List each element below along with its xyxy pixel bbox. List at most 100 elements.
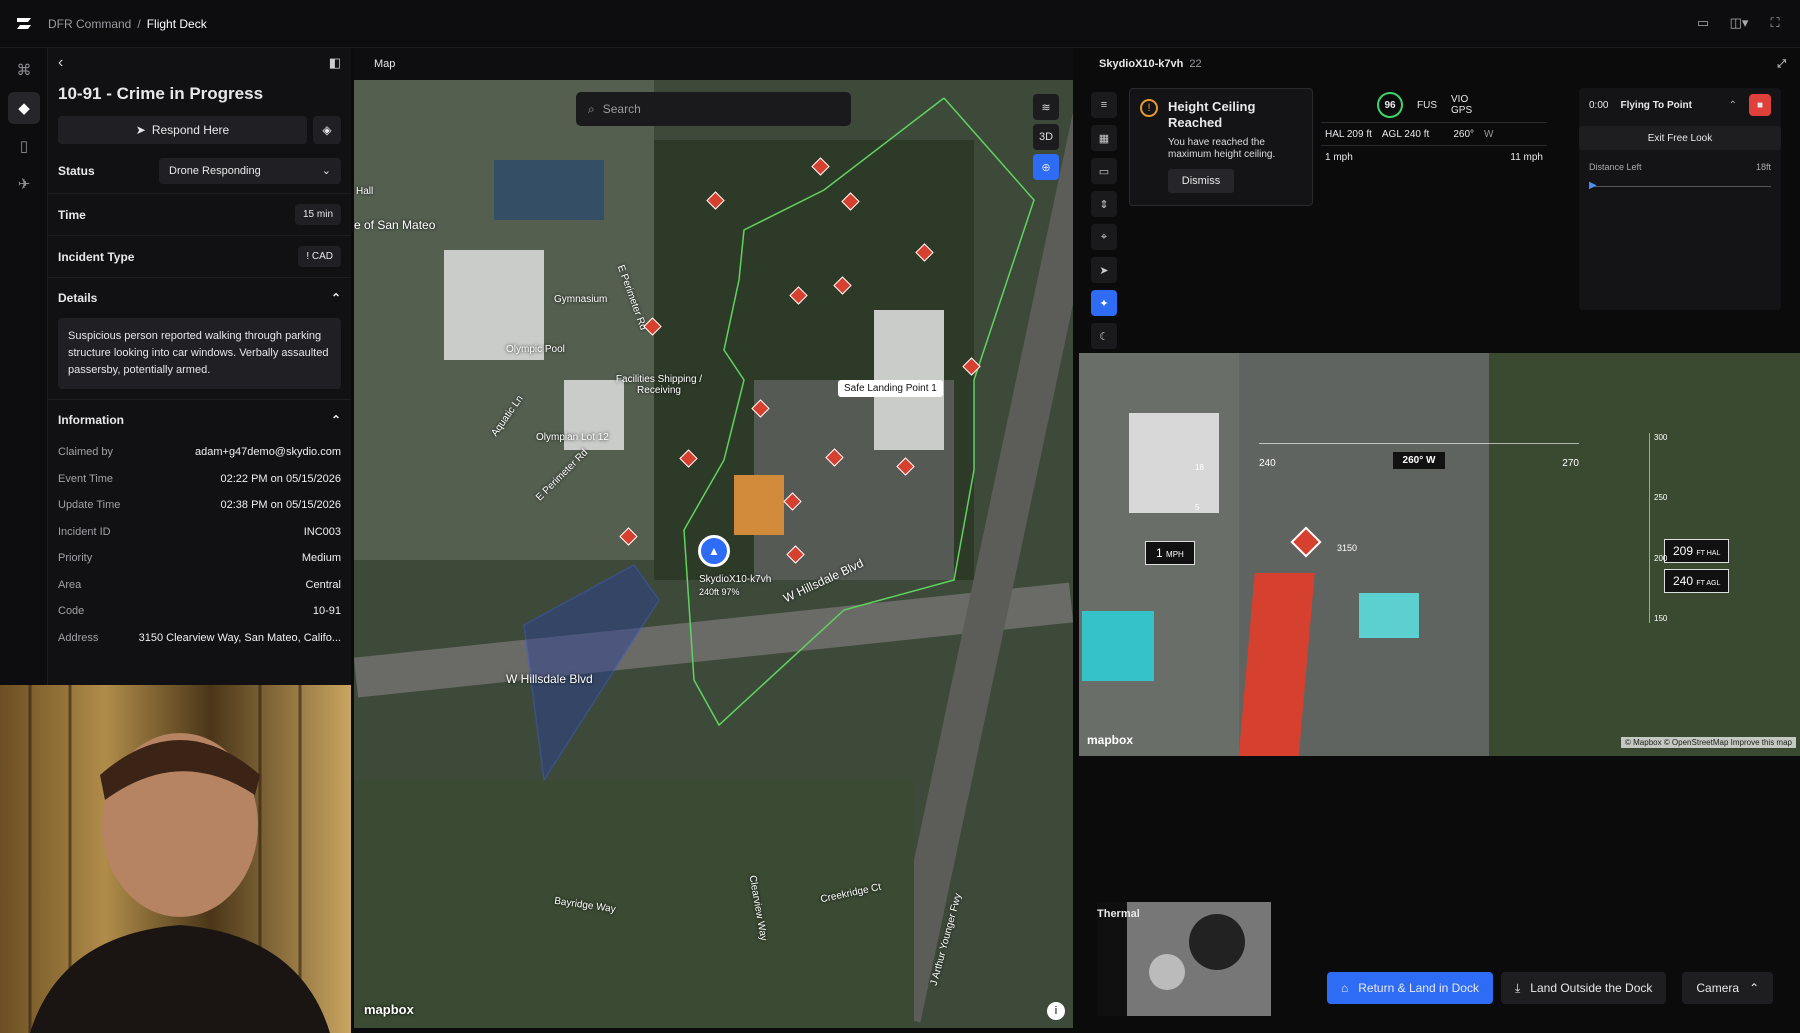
breadcrumb-root[interactable]: DFR Command bbox=[48, 17, 131, 31]
map-label: Gymnasium bbox=[554, 294, 608, 305]
info-value: Medium bbox=[301, 552, 341, 565]
info-icon[interactable]: i bbox=[1047, 1002, 1065, 1020]
incident-title: 10-91 - Crime in Progress bbox=[58, 84, 264, 103]
mapbox-attribution: mapbox bbox=[1087, 733, 1134, 747]
search-icon: ⌕ bbox=[588, 101, 595, 116]
status-select[interactable]: Drone Responding ⌄ bbox=[159, 157, 341, 184]
incident-type-label: Incident Type bbox=[58, 249, 135, 264]
return-land-dock-button[interactable]: ⌂ Return & Land in Dock bbox=[1327, 972, 1493, 1004]
heading-tape: 240 260° W 270 bbox=[1259, 443, 1579, 469]
collapse-panel-icon[interactable]: ◧ bbox=[329, 55, 341, 71]
information-header[interactable]: Information ⌃ bbox=[48, 399, 351, 439]
mapbox-attribution: mapbox bbox=[364, 1002, 414, 1017]
drone-camera-view[interactable]: 240 260° W 270 1 MPH 209 FT HAL 240 FT A… bbox=[1079, 353, 1800, 756]
info-key: Priority bbox=[58, 552, 93, 565]
breadcrumb-current: Flight Deck bbox=[146, 16, 207, 31]
cam-agl-unit: FT AGL bbox=[1696, 580, 1721, 587]
agl-readout: 240 FT AGL bbox=[1664, 569, 1730, 593]
drone-icon[interactable]: ✈ bbox=[8, 168, 40, 200]
thermal-label: Thermal bbox=[1097, 908, 1140, 920]
info-key: Area bbox=[58, 578, 82, 591]
recenter-icon[interactable]: ⊕ bbox=[1033, 154, 1059, 180]
map-copyright: © Mapbox © OpenStreetMap Improve this ma… bbox=[1621, 737, 1796, 748]
app-logo-icon[interactable] bbox=[0, 0, 48, 48]
map-search-input[interactable]: ⌕ Search bbox=[576, 92, 851, 126]
status-value: Drone Responding bbox=[169, 164, 261, 177]
telemetry: 96 FUS VIO GPS HAL 209 ft AGL 240 ft 260… bbox=[1321, 88, 1547, 168]
info-row: Claimed by adam+g47demo@skydio.com bbox=[48, 439, 351, 466]
stop-icon[interactable]: ■ bbox=[1749, 94, 1771, 116]
drone-map-label: SkydioX10-k7vh bbox=[699, 574, 772, 585]
dock-icon[interactable]: ▯ bbox=[8, 130, 40, 162]
command-icon[interactable]: ⌘ bbox=[8, 54, 40, 86]
info-value: INC003 bbox=[303, 525, 341, 538]
map-label: Olympic Pool bbox=[506, 344, 565, 355]
pin-icon[interactable]: ⌖ bbox=[1091, 224, 1117, 250]
info-value: 10-91 bbox=[312, 605, 341, 618]
respond-label: Respond Here bbox=[151, 123, 230, 137]
alert-body: You have reached the maximum height ceil… bbox=[1168, 137, 1276, 160]
night-mode-icon[interactable]: ☾ bbox=[1091, 323, 1117, 349]
locate-icon[interactable]: ◈ bbox=[313, 116, 341, 144]
info-key: Update Time bbox=[58, 499, 121, 512]
altitude-scale-tick: 200 bbox=[1654, 553, 1668, 563]
safe-landing-point-label[interactable]: Safe Landing Point 1 bbox=[838, 380, 943, 397]
layout-icon[interactable]: ▭ bbox=[1692, 12, 1714, 34]
cam-agl: 240 bbox=[1673, 574, 1694, 588]
hal-value: HAL 209 ft bbox=[1325, 128, 1372, 140]
cam-speed: 1 bbox=[1156, 546, 1163, 560]
details-header[interactable]: Details ⌃ bbox=[48, 278, 351, 318]
time-label: Time bbox=[58, 207, 86, 222]
camera-menu-button[interactable]: Camera ⌃ bbox=[1682, 972, 1774, 1004]
layers-icon[interactable]: ≋ bbox=[1033, 94, 1059, 120]
camera-icon[interactable]: ▭ bbox=[1091, 158, 1117, 184]
info-row: Address 3150 Clearview Way, San Mateo, Ca… bbox=[48, 625, 351, 652]
land-outside-dock-button[interactable]: ⤓ Land Outside the Dock bbox=[1500, 972, 1667, 1004]
incident-type-badge: ! CAD bbox=[298, 246, 341, 267]
expand-icon[interactable]: ⤢ bbox=[1777, 58, 1786, 71]
flight-deck-icon[interactable]: ◆ bbox=[8, 92, 40, 124]
map-canvas[interactable]: ⌕ Search ≋ 3D ⊕ e of San Mateo Hall Gymn… bbox=[354, 80, 1073, 1028]
drone-name: SkydioX10-k7vh bbox=[1099, 58, 1184, 70]
navigate-icon: ➤ bbox=[135, 123, 146, 137]
altitude-scale-tick: 150 bbox=[1654, 613, 1668, 623]
fullscreen-icon[interactable]: ⛶ bbox=[1764, 12, 1786, 34]
split-view-icon[interactable]: ◫▾ bbox=[1728, 12, 1750, 34]
information-label: Information bbox=[58, 412, 124, 427]
altitude-scale-tick: 300 bbox=[1654, 433, 1668, 442]
chevron-up-icon: ⌃ bbox=[1749, 981, 1760, 995]
waypoint-icon[interactable]: ✦ bbox=[1091, 290, 1117, 316]
settings-icon[interactable]: ≡ bbox=[1091, 92, 1117, 118]
chevron-up-icon: ⌃ bbox=[330, 291, 341, 305]
cam-hal-unit: FT HAL bbox=[1696, 550, 1721, 557]
cam-speed-unit: MPH bbox=[1166, 550, 1184, 559]
thermal-feed[interactable]: Thermal bbox=[1097, 902, 1271, 1016]
exit-free-look-button[interactable]: Exit Free Look bbox=[1579, 126, 1781, 150]
altitude-scale: 300 250 200 150 bbox=[1649, 433, 1667, 623]
chevron-up-icon[interactable]: ⌃ bbox=[1729, 100, 1737, 111]
altitude-scale-tick: 250 bbox=[1654, 493, 1668, 503]
top-bar: DFR Command / Flight Deck ▭ ◫▾ ⛶ bbox=[0, 0, 1800, 48]
pointer-icon[interactable]: ➤ bbox=[1091, 257, 1117, 283]
toggle-3d-button[interactable]: 3D bbox=[1033, 124, 1059, 150]
drone-toolbar: ≡ ▦ ▭ ⇕ ⌖ ➤ ✦ ☾ ⛉ bbox=[1091, 92, 1117, 389]
land-outside-dock-label: Land Outside the Dock bbox=[1530, 981, 1653, 995]
cam-heading-dir: W bbox=[1426, 455, 1436, 466]
distance-left-label: Distance Left bbox=[1589, 162, 1642, 172]
map-label: Hall bbox=[356, 186, 374, 197]
map-label: e of San Mateo bbox=[354, 218, 436, 232]
dismiss-button[interactable]: Dismiss bbox=[1168, 169, 1234, 193]
altitude-icon[interactable]: ⇕ bbox=[1091, 191, 1117, 217]
back-icon[interactable]: ‹ bbox=[58, 54, 63, 72]
map-header: Map bbox=[374, 58, 396, 70]
battery-gauge: 96 bbox=[1377, 92, 1403, 118]
respond-here-button[interactable]: ➤ Respond Here bbox=[58, 116, 307, 144]
info-key: Address bbox=[58, 631, 99, 644]
map-label: Facilities Shipping / Receiving bbox=[615, 374, 703, 396]
drone-location-icon[interactable]: ▲ bbox=[698, 535, 730, 567]
heading-tick: 270 bbox=[1562, 458, 1579, 469]
alert-title: Height Ceiling Reached bbox=[1168, 99, 1256, 130]
info-value: 02:38 PM on 05/15/2026 bbox=[220, 499, 341, 512]
grid-icon[interactable]: ▦ bbox=[1091, 125, 1117, 151]
details-text: Suspicious person reported walking throu… bbox=[58, 318, 341, 389]
